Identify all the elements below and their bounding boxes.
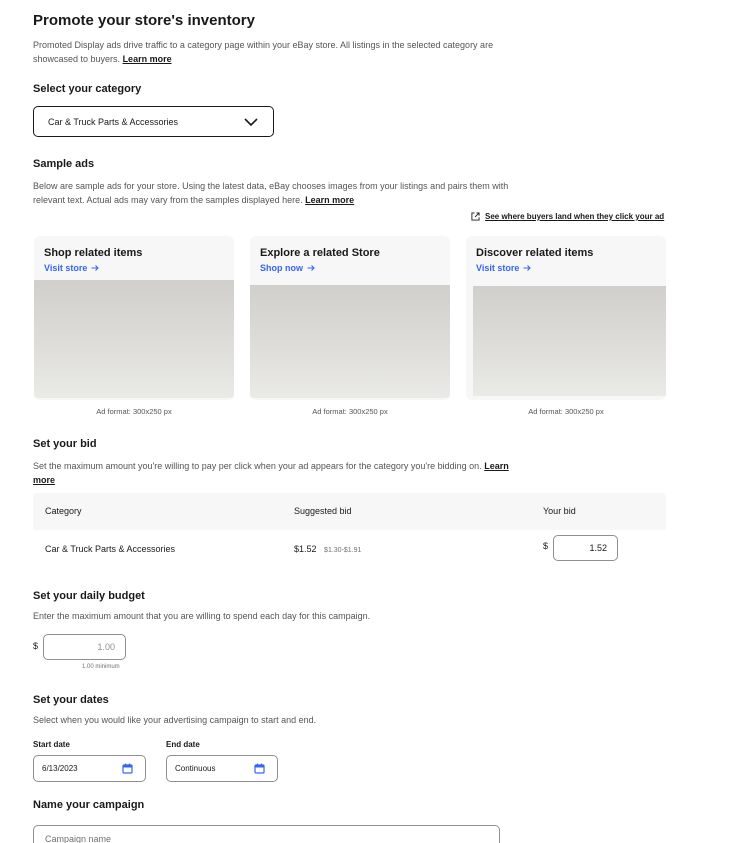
campaign-name-placeholder: Campaign name [45,834,112,843]
sample-ad-card-link[interactable]: Visit store [44,263,100,273]
end-date-value: Continuous [175,764,216,773]
ad-format-label: Ad format: 300x250 px [312,407,388,416]
sample-ads-description: Below are sample ads for your store. Usi… [33,180,528,207]
sample-ad-card-1: Shop related items Visit store [34,236,234,400]
bid-description: Set the maximum amount you're willing to… [33,460,533,487]
category-select[interactable]: Car & Truck Parts & Accessories [33,106,274,137]
dates-title: Set your dates [33,694,109,706]
budget-minimum-hint: 1.00 minimum [82,664,120,670]
column-header-suggested-bid: Suggested bid [294,506,352,516]
page-description-text: Promoted Display ads drive traffic to a … [33,40,494,64]
sample-ad-card-title: Discover related items [476,247,594,259]
start-date-input[interactable]: 6/13/2023 [33,755,146,782]
bid-title: Set your bid [33,438,97,450]
page-description: Promoted Display ads drive traffic to a … [33,39,513,66]
suggested-bid-range: $1.30-$1.91 [324,547,362,554]
campaign-title: Name your campaign [33,799,145,811]
arrow-right-icon [91,265,100,271]
category-select-value: Car & Truck Parts & Accessories [48,116,179,127]
end-date-input[interactable]: Continuous [166,755,278,782]
start-date-value: 6/13/2023 [42,764,78,773]
column-header-your-bid: Your bid [543,506,576,516]
arrow-right-icon [307,265,315,271]
daily-budget-input[interactable]: 1.00 [43,634,126,660]
budget-title: Set your daily budget [33,590,145,602]
end-date-label: End date [166,740,200,749]
buyers-land-link[interactable]: See where buyers land when they click yo… [471,212,664,221]
sample-ad-image [34,280,234,398]
row-suggested-bid: $1.52 $1.30-$1.91 [294,544,361,554]
sample-ad-card-3: Discover related items Visit store [466,236,666,400]
campaign-name-input[interactable]: Campaign name [33,825,500,843]
ad-format-label: Ad format: 300x250 px [528,407,604,416]
calendar-icon [122,763,133,774]
sample-ad-card-link-text: Visit store [476,263,520,273]
suggested-bid-value: $1.52 [294,544,317,554]
start-date-label: Start date [33,740,70,749]
sample-ad-card-title: Explore a related Store [260,247,380,259]
chevron-down-icon [244,117,258,126]
sample-ad-card-link[interactable]: Visit store [476,263,532,273]
learn-more-link[interactable]: Learn more [123,54,172,64]
category-label: Select your category [33,83,142,95]
budget-description: Enter the maximum amount that you are wi… [33,611,371,621]
budget-currency: $ [33,641,39,651]
table-row: Car & Truck Parts & Accessories $1.52 $1… [33,530,666,570]
your-bid-input[interactable]: 1.52 [553,535,618,561]
bid-table-header: Category Suggested bid Your bid [33,493,666,530]
sample-ad-image [250,285,450,398]
sample-ad-card-link-text: Visit store [44,263,88,273]
sample-ads-description-text: Below are sample ads for your store. Usi… [33,181,509,205]
sample-ads-learn-more-link[interactable]: Learn more [305,195,354,205]
sample-ad-card-link[interactable]: Shop now [260,263,315,273]
calendar-icon [254,763,265,774]
ad-format-label: Ad format: 300x250 px [96,407,172,416]
buyers-land-link-text: See where buyers land when they click yo… [485,212,665,221]
page-title: Promote your store's inventory [33,12,255,29]
bid-currency: $ [543,541,549,551]
sample-ad-card-2: Explore a related Store Shop now [250,236,450,400]
sample-ad-card-title: Shop related items [44,247,143,259]
bid-description-text: Set the maximum amount you're willing to… [33,461,482,471]
dates-description: Select when you would like your advertis… [33,715,317,725]
sample-ad-image [473,286,666,396]
column-header-category: Category [45,506,82,516]
sample-ads-title: Sample ads [33,158,95,170]
arrow-right-icon [523,265,532,271]
external-link-icon [471,212,480,221]
sample-ad-card-link-text: Shop now [260,263,303,273]
row-category: Car & Truck Parts & Accessories [45,544,176,554]
